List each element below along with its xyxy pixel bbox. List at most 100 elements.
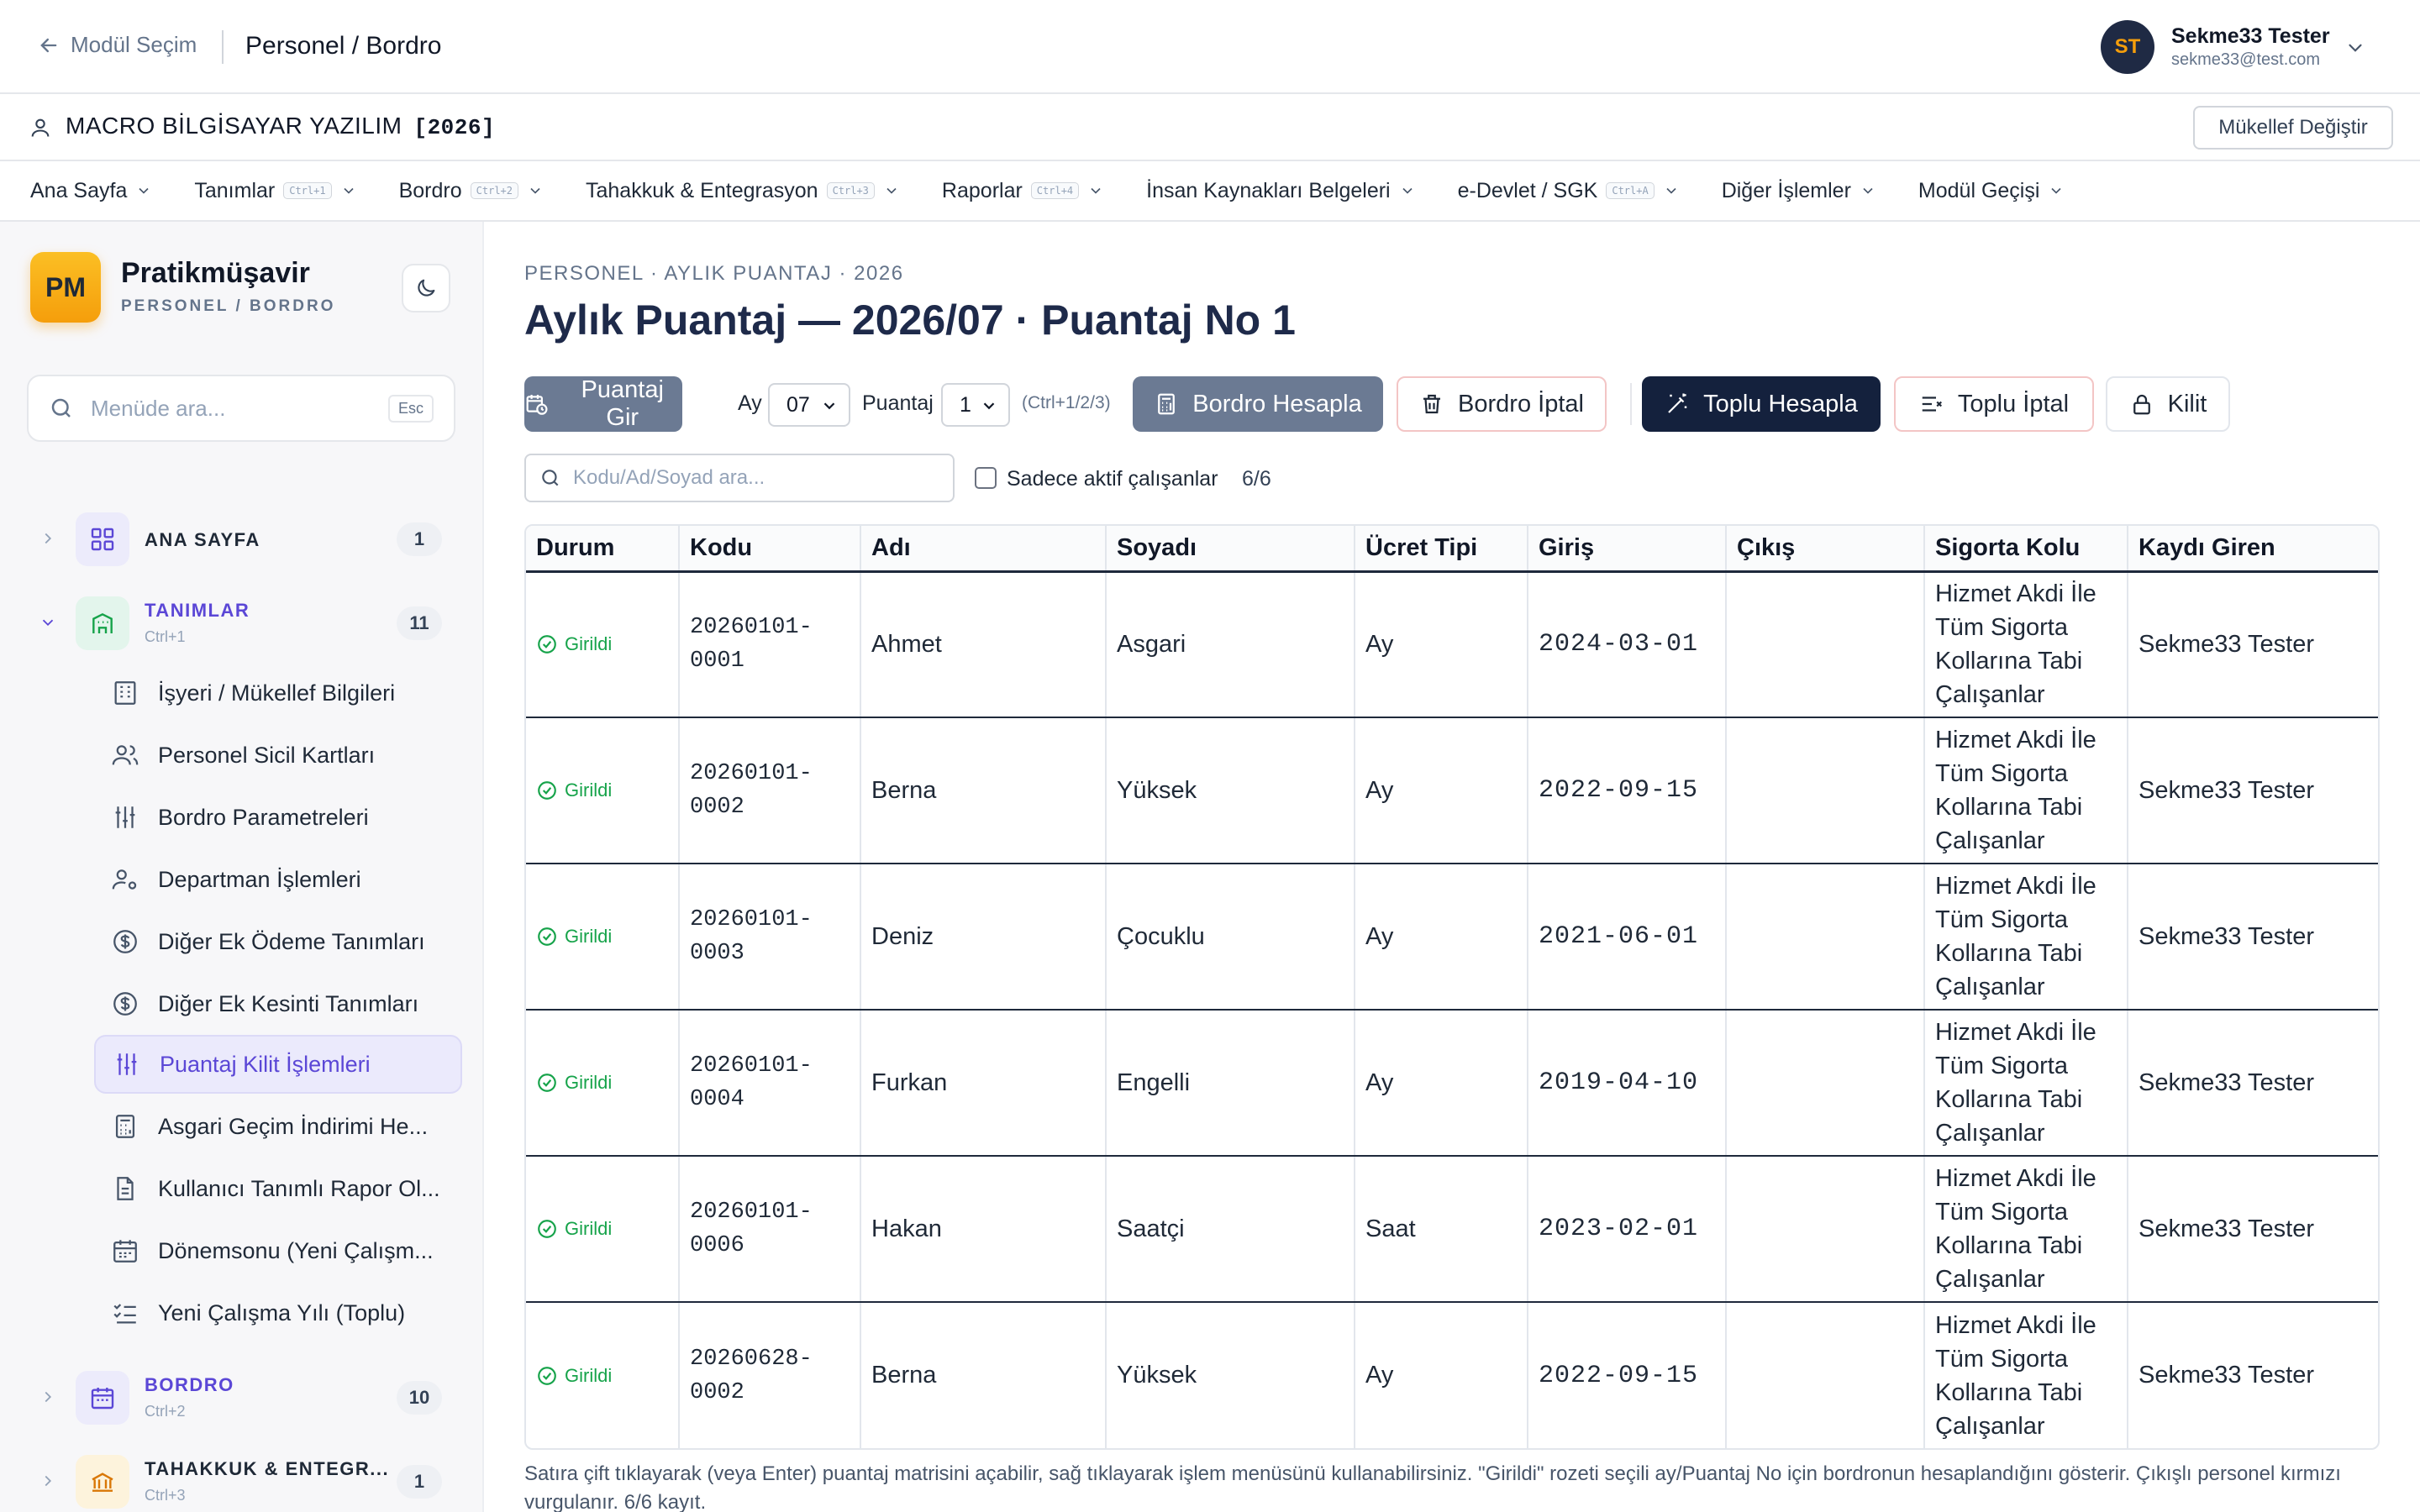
chevron-down-icon — [344, 187, 354, 194]
sidebar-item-personel-sicil[interactable]: Personel Sicil Kartları — [94, 726, 462, 785]
employee-code: 20260101-0004 — [690, 1053, 813, 1112]
toolbar-divider — [1630, 383, 1632, 425]
table-footnote: Satıra çift tıklayarak (veya Enter) puan… — [524, 1462, 2341, 1512]
sidebar-item-departman[interactable]: Departman İşlemleri — [94, 850, 462, 909]
col-soyadi[interactable]: Soyadı — [1106, 526, 1355, 573]
table-row[interactable]: Girildi 20260101-0006 Hakan Saatçi Saat 2023-… — [526, 1156, 2378, 1303]
cell-end-date — [1726, 1010, 1925, 1157]
col-ucret-tipi[interactable]: Ücret Tipi — [1355, 526, 1528, 573]
bordro-hesapla-button[interactable]: Bordro Hesapla — [1133, 376, 1383, 432]
sidebar-item-bordro-parametreleri[interactable]: Bordro Parametreleri — [94, 788, 462, 847]
col-kaydi-giren[interactable]: Kaydı Giren — [2128, 526, 2378, 573]
chevron-down-icon — [886, 187, 897, 194]
col-durum[interactable]: Durum — [526, 526, 680, 573]
employee-search-input[interactable] — [573, 466, 943, 490]
sliders-icon — [115, 806, 135, 828]
menu-raporlar[interactable]: Raporlar Ctrl+4 — [942, 179, 1104, 203]
menu-bordro[interactable]: Bordro Ctrl+2 — [399, 179, 544, 203]
table-row[interactable]: Girildi 20260101-0004 Furkan Engelli Ay 2019-… — [526, 1010, 2378, 1157]
users-icon — [112, 745, 139, 765]
cell-surname: Yüksek — [1106, 717, 1355, 864]
toplu-hesapla-button[interactable]: Toplu Hesapla — [1642, 376, 1881, 432]
cell-entered-by: Sekme33 Tester — [2128, 571, 2378, 718]
col-kodu[interactable]: Kodu — [679, 526, 861, 573]
employee-search[interactable] — [524, 454, 955, 502]
cell-wage-type: Ay — [1355, 571, 1528, 718]
sidebar-item-agi[interactable]: Asgari Geçim İndirimi He... — [94, 1097, 462, 1156]
col-cikis[interactable]: Çıkış — [1726, 526, 1925, 573]
col-giris[interactable]: Giriş — [1528, 526, 1727, 573]
puantaj-no-select[interactable]: 1 — [941, 383, 1010, 427]
shortcut-badge: Ctrl+1 — [283, 182, 332, 199]
esc-shortcut: Esc — [387, 395, 434, 423]
cell-code: 20260101-0001 — [679, 571, 861, 718]
group-count: 1 — [397, 1465, 442, 1499]
table-row[interactable]: Girildi 20260101-0001 Ahmet Asgari Ay 2024-03… — [526, 571, 2378, 718]
toolbar: Puantaj Gir Ay 07 Puantaj 1 (Ctrl+1/2/3)… — [524, 376, 2407, 432]
menu-search-input[interactable] — [91, 395, 368, 422]
table-row[interactable]: Girildi 20260101-0002 Berna Yüksek Ay 2022-09… — [526, 717, 2378, 864]
sidebar-item-ek-odeme[interactable]: Diğer Ek Ödeme Tanımları — [94, 912, 462, 971]
cell-status: Girildi — [526, 717, 680, 864]
kilit-button[interactable]: Kilit — [2106, 376, 2230, 432]
sidebar-item-donemsonu[interactable]: Dönemsonu (Yeni Çalışm... — [94, 1221, 462, 1280]
sidebar-item-yeni-calisma-yili[interactable]: Yeni Çalışma Yılı (Toplu) — [94, 1284, 462, 1342]
cell-start-date: 2022-09-15 — [1528, 1302, 1727, 1448]
list-x-icon — [1922, 396, 1942, 412]
sidebar-item-puantaj-kilit[interactable]: Puantaj Kilit İşlemleri — [94, 1035, 462, 1094]
menu-edevlet-sgk[interactable]: e-Devlet / SGK Ctrl+A — [1458, 179, 1680, 203]
sidebar-group-bordro[interactable]: BORDRO Ctrl+2 10 — [0, 1364, 484, 1431]
employee-code: 20260101-0006 — [690, 1200, 813, 1258]
user-menu[interactable]: ST Sekme33 Tester sekme33@test.com — [2101, 20, 2330, 74]
cell-code: 20260628-0002 — [679, 1302, 861, 1448]
cell-entered-by: Sekme33 Tester — [2128, 864, 2378, 1011]
status-badge: Girildi — [536, 1072, 678, 1094]
status-badge: Girildi — [536, 1365, 678, 1387]
sidebar-item-isyeri-mukellef[interactable]: İşyeri / Mükellef Bilgileri — [94, 664, 462, 722]
menu-ana-sayfa[interactable]: Ana Sayfa — [30, 179, 152, 203]
module-title: Personel / Bordro — [245, 32, 442, 60]
col-adi[interactable]: Adı — [860, 526, 1107, 573]
cell-surname: Asgari — [1106, 571, 1355, 718]
toplu-iptal-button[interactable]: Toplu İptal — [1894, 376, 2094, 432]
menu-search[interactable]: Esc — [27, 375, 455, 442]
menu-tanimlar[interactable]: Tanımlar Ctrl+1 — [194, 179, 356, 203]
sidebar-group-ana-sayfa[interactable]: ANA SAYFA 1 — [0, 506, 484, 573]
sidebar-item-kullanici-rapor[interactable]: Kullanıcı Tanımlı Rapor Ol... — [94, 1159, 462, 1218]
theme-toggle-button[interactable] — [402, 264, 450, 312]
group-count: 11 — [397, 606, 442, 640]
cell-entered-by: Sekme33 Tester — [2128, 1010, 2378, 1157]
status-badge: Girildi — [536, 780, 678, 801]
cell-wage-type: Saat — [1355, 1156, 1528, 1303]
cell-entered-by: Sekme33 Tester — [2139, 1362, 2315, 1389]
cell-code: 20260101-0003 — [679, 864, 861, 1011]
chevron-down-icon[interactable] — [2344, 37, 2366, 59]
menu-tahakkuk[interactable]: Tahakkuk & Entegrasyon Ctrl+3 — [586, 179, 900, 203]
menu-modul-gecisi[interactable]: Modül Geçişi — [1918, 179, 2065, 203]
cell-start-date: 2023-02-01 — [1528, 1156, 1727, 1303]
employee-code: 20260101-0002 — [690, 761, 813, 820]
check-circle-icon — [538, 1366, 556, 1385]
active-only-checkbox[interactable] — [975, 467, 997, 489]
company-name: MACRO BİLGİSAYAR YAZILIM [2026] — [66, 113, 496, 140]
menu-diger-islemler[interactable]: Diğer İşlemler — [1722, 179, 1876, 203]
cell-end-date — [1726, 864, 1925, 1011]
back-to-module-select[interactable]: Modül Seçim — [37, 32, 197, 58]
cell-entered-by: Sekme33 Tester — [2128, 1156, 2378, 1303]
active-only-label[interactable]: Sadece aktif çalışanlar — [1007, 467, 1218, 491]
chevron-down-icon — [530, 187, 540, 194]
cell-status: Girildi — [526, 571, 680, 718]
table-row[interactable]: Girildi 20260101-0003 Deniz Çocuklu Ay 2021-0… — [526, 864, 2378, 1011]
change-taxpayer-button[interactable]: Mükellef Değiştir — [2193, 106, 2393, 150]
sidebar-group-tanimlar[interactable]: TANIMLAR Ctrl+1 11 — [0, 590, 484, 657]
puantaj-gir-button[interactable]: Puantaj Gir — [524, 376, 682, 432]
bordro-iptal-button[interactable]: Bordro İptal — [1397, 376, 1607, 432]
dashboard-icon — [76, 512, 129, 566]
menu-ik-belgeleri[interactable]: İnsan Kaynakları Belgeleri — [1146, 179, 1415, 203]
sidebar-group-tahakkuk[interactable]: TAHAKKUK & ENTEGR... Ctrl+3 1 — [0, 1448, 484, 1512]
ay-select[interactable]: 07 — [768, 383, 850, 427]
chevron-down-icon — [983, 402, 995, 410]
sidebar-item-ek-kesinti[interactable]: Diğer Ek Kesinti Tanımları — [94, 974, 462, 1033]
table-row[interactable]: Girildi 20260628-0002 Berna Yüksek Ay 2022-09… — [526, 1302, 2378, 1448]
col-sigorta-kolu[interactable]: Sigorta Kolu — [1924, 526, 2128, 573]
